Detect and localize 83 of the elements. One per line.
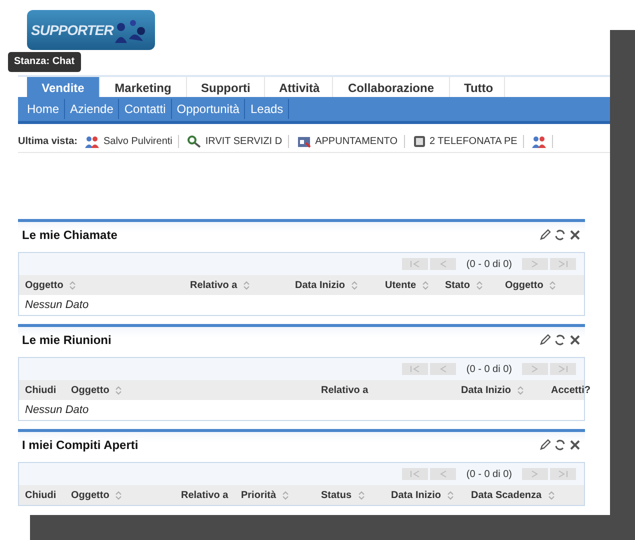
close-icon[interactable] <box>569 229 581 241</box>
first-page-icon[interactable] <box>402 258 428 270</box>
column-header: Oggetto <box>71 490 110 500</box>
page-count: (0 - 0 di 0) <box>466 364 512 374</box>
sort-icon[interactable] <box>115 386 122 394</box>
refresh-icon[interactable] <box>554 334 566 346</box>
empty-message: Nessun Dato <box>24 298 90 313</box>
column-header: Status <box>321 490 352 500</box>
calendar-icon <box>297 134 312 148</box>
sort-icon[interactable] <box>69 280 76 290</box>
tooltip: Stanza: Chat <box>8 52 81 72</box>
recent-label: Ultima vista: <box>18 136 78 146</box>
dashlet-title: Le mie Chiamate <box>22 228 118 242</box>
page-count: (0 - 0 di 0) <box>466 258 512 270</box>
sort-icon[interactable] <box>447 490 454 500</box>
sort-icon[interactable] <box>549 280 556 290</box>
column-header: Accetti? <box>551 384 590 396</box>
sort-icon[interactable] <box>517 386 524 394</box>
sort-icon[interactable] <box>358 490 365 500</box>
subnav-link[interactable]: Aziende <box>65 99 120 119</box>
first-page-icon[interactable] <box>402 363 428 375</box>
next-page-icon[interactable] <box>522 363 548 375</box>
edit-icon[interactable] <box>539 439 551 451</box>
recent-item[interactable]: Salvo Pulvirenti <box>85 134 180 148</box>
subnav-link[interactable]: Opportunità <box>172 99 246 119</box>
refresh-icon[interactable] <box>554 439 566 451</box>
column-header: Priorità <box>241 490 276 500</box>
recent-item[interactable]: 2 TELEFONATA PE <box>412 134 524 148</box>
module-tab[interactable]: Vendite <box>27 77 100 98</box>
recent-item[interactable]: IRVIT SERVIZI D <box>187 134 290 148</box>
recent-item[interactable]: APPUNTAMENTO <box>297 134 405 148</box>
last-page-icon[interactable] <box>550 258 576 270</box>
recent-text: Salvo Pulvirenti <box>103 136 172 146</box>
column-header: Stato <box>445 280 470 290</box>
recent-text: 2 TELEFONATA PE <box>430 136 518 146</box>
sort-icon[interactable] <box>282 490 290 500</box>
next-page-icon[interactable] <box>522 468 548 480</box>
phone-icon <box>412 134 426 148</box>
column-header: Utente <box>385 280 416 290</box>
page-count: (0 - 0 di 0) <box>466 468 512 480</box>
column-header: Data Inizio <box>391 490 442 500</box>
sort-icon[interactable] <box>422 280 430 290</box>
magnifier-icon <box>187 134 202 148</box>
close-icon[interactable] <box>569 334 581 346</box>
sort-icon[interactable] <box>243 280 250 290</box>
close-icon[interactable] <box>569 439 581 451</box>
column-header: Relativo a <box>321 384 368 396</box>
column-header: Oggetto <box>25 280 64 290</box>
sort-icon[interactable] <box>476 280 483 290</box>
subnav-link[interactable]: Home <box>22 99 66 119</box>
column-header: Oggetto <box>71 384 110 396</box>
next-page-icon[interactable] <box>522 258 548 270</box>
recent-text: IRVIT SERVIZI D <box>205 136 282 146</box>
people-icon <box>532 134 546 148</box>
refresh-icon[interactable] <box>554 229 566 241</box>
recent-item[interactable] <box>532 134 554 148</box>
column-header: Data Scadenza <box>471 490 542 500</box>
edit-icon[interactable] <box>539 229 551 241</box>
last-page-icon[interactable] <box>550 468 576 480</box>
people-icon <box>85 134 100 148</box>
previous-page-icon[interactable] <box>430 258 456 270</box>
subnav-link[interactable]: Leads <box>245 99 290 119</box>
column-header: Data Inizio <box>295 280 346 290</box>
previous-page-icon[interactable] <box>430 363 456 375</box>
column-header: Data Inizio <box>461 384 512 396</box>
column-header: Chiudi <box>25 490 56 500</box>
edit-icon[interactable] <box>539 334 551 346</box>
last-page-icon[interactable] <box>550 363 576 375</box>
sort-icon[interactable] <box>548 490 555 500</box>
sort-icon[interactable] <box>351 280 358 290</box>
dashlet-title: Le mie Riunioni <box>22 333 112 347</box>
recent-text: APPUNTAMENTO <box>315 136 398 146</box>
previous-page-icon[interactable] <box>430 468 456 480</box>
first-page-icon[interactable] <box>402 468 428 480</box>
column-header: Relativo a <box>190 280 238 290</box>
empty-message: Nessun Dato <box>24 403 90 418</box>
column-header: Oggetto <box>505 280 544 290</box>
subnav-link[interactable]: Contatti <box>119 99 172 119</box>
column-header: Chiudi <box>25 384 56 396</box>
logo-text: SUPPORTER <box>31 22 114 38</box>
dashlet-title: I miei Compiti Aperti <box>22 438 138 452</box>
column-header: Relativo a <box>181 490 228 500</box>
sort-icon[interactable] <box>115 490 122 500</box>
